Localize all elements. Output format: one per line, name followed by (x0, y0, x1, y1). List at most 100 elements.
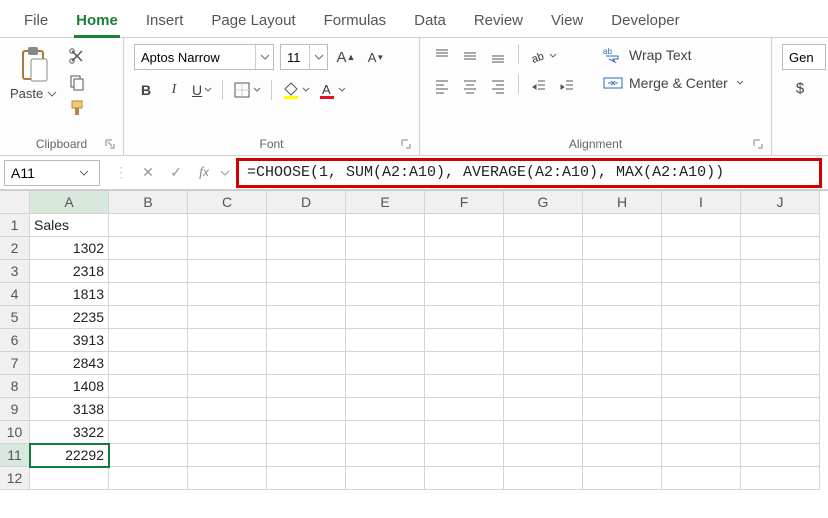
cell-H2[interactable] (583, 237, 662, 260)
cell-I2[interactable] (662, 237, 741, 260)
name-box-input[interactable] (5, 165, 77, 181)
cell-G7[interactable] (504, 352, 583, 375)
col-header-B[interactable]: B (109, 191, 188, 214)
row-header-8[interactable]: 8 (0, 375, 30, 398)
cell-C5[interactable] (188, 306, 267, 329)
italic-button[interactable]: I (162, 78, 186, 102)
cell-B1[interactable] (109, 214, 188, 237)
cell-G3[interactable] (504, 260, 583, 283)
cell-C4[interactable] (188, 283, 267, 306)
cell-E11[interactable] (346, 444, 425, 467)
cell-G6[interactable] (504, 329, 583, 352)
cell-B11[interactable] (109, 444, 188, 467)
cell-E12[interactable] (346, 467, 425, 490)
cell-F7[interactable] (425, 352, 504, 375)
row-header-2[interactable]: 2 (0, 237, 30, 260)
cell-C8[interactable] (188, 375, 267, 398)
cell-H6[interactable] (583, 329, 662, 352)
format-painter-button[interactable] (65, 96, 89, 120)
col-header-F[interactable]: F (425, 191, 504, 214)
align-bottom-button[interactable] (486, 44, 510, 68)
borders-button[interactable] (231, 78, 263, 102)
increase-indent-button[interactable] (555, 74, 579, 98)
tab-insert[interactable]: Insert (132, 6, 198, 37)
clipboard-dialog-launcher[interactable] (103, 137, 117, 151)
row-header-1[interactable]: 1 (0, 214, 30, 237)
paste-label[interactable]: Paste (10, 86, 57, 101)
cell-E9[interactable] (346, 398, 425, 421)
cell-E5[interactable] (346, 306, 425, 329)
cell-H5[interactable] (583, 306, 662, 329)
cell-E1[interactable] (346, 214, 425, 237)
tab-developer[interactable]: Developer (597, 6, 693, 37)
cell-H11[interactable] (583, 444, 662, 467)
cell-I3[interactable] (662, 260, 741, 283)
cell-G2[interactable] (504, 237, 583, 260)
cell-I4[interactable] (662, 283, 741, 306)
cut-button[interactable] (65, 44, 89, 68)
cell-D2[interactable] (267, 237, 346, 260)
cell-J12[interactable] (741, 467, 820, 490)
cell-C10[interactable] (188, 421, 267, 444)
cell-A12[interactable] (30, 467, 109, 490)
cell-F2[interactable] (425, 237, 504, 260)
decrease-indent-button[interactable] (527, 74, 551, 98)
cell-J9[interactable] (741, 398, 820, 421)
fx-button[interactable]: fx (192, 161, 216, 185)
cell-H12[interactable] (583, 467, 662, 490)
cell-D1[interactable] (267, 214, 346, 237)
font-size-combo[interactable] (280, 44, 328, 70)
merge-center-button[interactable]: Merge & Center (597, 72, 750, 94)
font-size-input[interactable] (281, 45, 309, 69)
cell-A10[interactable]: 3322 (30, 421, 109, 444)
orientation-button[interactable]: ab (527, 44, 559, 68)
align-right-button[interactable] (486, 74, 510, 98)
cell-F3[interactable] (425, 260, 504, 283)
tab-home[interactable]: Home (62, 6, 132, 37)
cell-G9[interactable] (504, 398, 583, 421)
cell-E8[interactable] (346, 375, 425, 398)
cell-C2[interactable] (188, 237, 267, 260)
chevron-down-icon[interactable] (309, 45, 327, 69)
cell-C11[interactable] (188, 444, 267, 467)
tab-page-layout[interactable]: Page Layout (197, 6, 309, 37)
cell-I8[interactable] (662, 375, 741, 398)
cell-G4[interactable] (504, 283, 583, 306)
col-header-H[interactable]: H (583, 191, 662, 214)
cell-J4[interactable] (741, 283, 820, 306)
col-header-G[interactable]: G (504, 191, 583, 214)
cell-H4[interactable] (583, 283, 662, 306)
alignment-dialog-launcher[interactable] (751, 137, 765, 151)
cell-G12[interactable] (504, 467, 583, 490)
cell-A4[interactable]: 1813 (30, 283, 109, 306)
row-header-4[interactable]: 4 (0, 283, 30, 306)
row-header-12[interactable]: 12 (0, 467, 30, 490)
cell-B4[interactable] (109, 283, 188, 306)
tab-formulas[interactable]: Formulas (310, 6, 401, 37)
cell-G1[interactable] (504, 214, 583, 237)
cell-E3[interactable] (346, 260, 425, 283)
accounting-format-button[interactable]: $ (782, 76, 818, 100)
cell-A5[interactable]: 2235 (30, 306, 109, 329)
cell-C1[interactable] (188, 214, 267, 237)
cell-F5[interactable] (425, 306, 504, 329)
cell-C12[interactable] (188, 467, 267, 490)
cell-J7[interactable] (741, 352, 820, 375)
align-left-button[interactable] (430, 74, 454, 98)
cell-D10[interactable] (267, 421, 346, 444)
wrap-text-button[interactable]: ab Wrap Text (597, 44, 750, 66)
cell-E2[interactable] (346, 237, 425, 260)
cell-H7[interactable] (583, 352, 662, 375)
name-box[interactable] (4, 160, 100, 186)
cell-F8[interactable] (425, 375, 504, 398)
cell-H1[interactable] (583, 214, 662, 237)
cell-E7[interactable] (346, 352, 425, 375)
cell-J5[interactable] (741, 306, 820, 329)
underline-button[interactable]: U (190, 78, 214, 102)
cell-F10[interactable] (425, 421, 504, 444)
cell-A9[interactable]: 3138 (30, 398, 109, 421)
cell-F12[interactable] (425, 467, 504, 490)
cell-D3[interactable] (267, 260, 346, 283)
cell-H10[interactable] (583, 421, 662, 444)
cell-I7[interactable] (662, 352, 741, 375)
